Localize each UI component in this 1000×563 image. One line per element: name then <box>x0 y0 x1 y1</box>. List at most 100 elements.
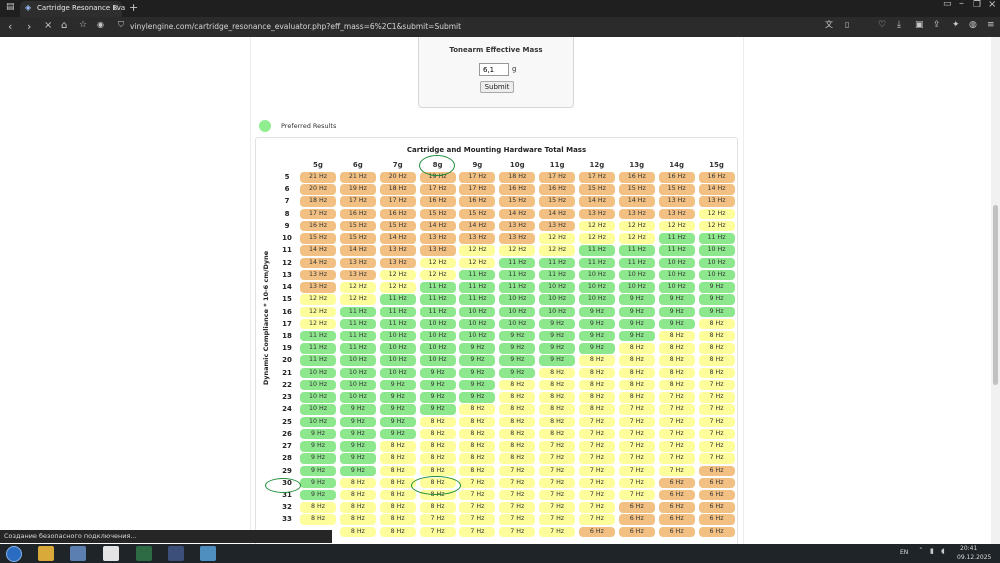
table-cell: 16 Hz <box>499 184 536 195</box>
table-cell: 12 Hz <box>539 245 576 256</box>
table-cell: 8 Hz <box>379 441 416 452</box>
table-cell: 11 Hz <box>459 269 496 281</box>
notepad-icon[interactable] <box>103 546 119 561</box>
table-cell: 8 Hz <box>379 502 416 513</box>
table-cell: 9 Hz <box>658 294 695 305</box>
table-cell: 8 Hz <box>578 404 615 415</box>
browser-tab[interactable]: ◈ Cartridge Resonance Eva × <box>20 1 125 17</box>
table-cell: 18 Hz <box>379 184 416 195</box>
table-cell: 6 Hz <box>698 502 735 513</box>
table-cell: 7 Hz <box>539 453 576 464</box>
row-header: 5 <box>284 173 290 181</box>
table-cell: 17 Hz <box>459 172 496 183</box>
start-button-icon[interactable] <box>6 546 22 562</box>
table-cell: 11 Hz <box>339 330 376 342</box>
table-cell: 13 Hz <box>698 196 735 207</box>
language-indicator[interactable]: EN <box>900 549 908 556</box>
table-cell: 12 Hz <box>539 233 576 244</box>
table-cell: 11 Hz <box>419 294 456 305</box>
table-cell: 9 Hz <box>459 379 496 391</box>
site-favicon-icon: ◈ <box>25 3 32 12</box>
table-cell: 12 Hz <box>578 220 615 232</box>
home-icon[interactable]: ⌂ <box>61 21 67 31</box>
secure-connection-icon[interactable]: ⛉ <box>118 21 124 29</box>
table-cell: 8 Hz <box>578 379 615 391</box>
table-cell: 8 Hz <box>379 514 416 525</box>
table-cell: 9 Hz <box>618 330 655 342</box>
table-cell: 11 Hz <box>539 269 576 281</box>
table-cell: 8 Hz <box>419 453 456 464</box>
scrollbar-thumb[interactable] <box>993 205 998 385</box>
effective-mass-input[interactable] <box>479 63 509 76</box>
table-cell: 9 Hz <box>539 318 576 330</box>
table-cell: 9 Hz <box>300 428 336 440</box>
table-cell: 7 Hz <box>698 453 735 464</box>
table-cell: 15 Hz <box>539 196 576 207</box>
window-minimize-icon[interactable]: ▭ <box>943 0 952 9</box>
table-cell: 11 Hz <box>698 233 735 244</box>
close-tab-icon[interactable]: × <box>112 4 119 12</box>
site-info-icon[interactable]: ◉ <box>97 21 104 29</box>
table-cell: 7 Hz <box>658 453 695 464</box>
file-explorer-icon[interactable] <box>38 546 54 561</box>
table-cell: 8 Hz <box>618 343 655 354</box>
table-cell: 8 Hz <box>658 379 695 391</box>
extensions-icon[interactable]: ✦ <box>952 21 960 30</box>
back-icon[interactable]: ‹ <box>8 21 12 32</box>
browser-tab-bar: ▤ ◈ Cartridge Resonance Eva × + ▭ – ❐ × <box>0 0 1000 17</box>
row-header: 15 <box>282 295 292 304</box>
table-cell: 7 Hz <box>539 489 576 501</box>
browser-app-icon[interactable] <box>200 546 216 561</box>
form-title: Tonearm Effective Mass <box>449 46 543 54</box>
menu-icon[interactable]: ≡ <box>987 21 995 30</box>
translate-icon[interactable]: 文 <box>825 21 833 29</box>
table-cell: 7 Hz <box>618 441 655 452</box>
sidebar-toggle-icon[interactable]: ▤ <box>6 3 15 12</box>
table-cell: 14 Hz <box>618 196 655 207</box>
screenshot-icon[interactable]: ▣ <box>915 21 924 30</box>
clock-date[interactable]: 09.12.2025 <box>957 554 991 561</box>
table-cell: 10 Hz <box>379 343 416 354</box>
table-cell: 10 Hz <box>698 245 735 256</box>
window-restore-icon[interactable]: ❐ <box>973 1 981 10</box>
table-cell: 7 Hz <box>459 489 496 501</box>
table-cell: 9 Hz <box>339 453 376 464</box>
table-cell: 9 Hz <box>459 392 496 403</box>
stop-icon[interactable]: × <box>44 21 52 31</box>
monitor-app-icon[interactable] <box>136 546 152 561</box>
table-cell: 14 Hz <box>459 220 496 232</box>
window-close-icon[interactable]: × <box>988 0 996 10</box>
table-cell: 8 Hz <box>658 367 695 379</box>
row-header: 28 <box>282 454 292 463</box>
table-cell: 9 Hz <box>379 416 416 428</box>
new-tab-icon[interactable]: + <box>129 2 138 13</box>
save-app-icon[interactable] <box>168 546 184 561</box>
table-cell: 7 Hz <box>618 489 655 501</box>
reader-icon[interactable]: ▯ <box>845 21 849 29</box>
table-cell: 17 Hz <box>578 172 615 183</box>
table-cell: 7 Hz <box>618 416 655 428</box>
window-minimize-icon[interactable]: – <box>959 0 964 9</box>
table-cell: 14 Hz <box>539 208 576 220</box>
volume-icon[interactable]: ◖ <box>941 548 945 555</box>
media-player-icon[interactable] <box>70 546 86 561</box>
bookmark-icon[interactable]: ☆ <box>79 21 87 30</box>
downloads-icon[interactable]: ⤓ <box>897 21 901 30</box>
profile-icon[interactable]: ◍ <box>969 21 977 30</box>
share-icon[interactable]: ⇪ <box>933 21 941 30</box>
page-scrollbar[interactable] <box>991 37 1000 544</box>
status-bubble: Создание безопасного подключения... <box>0 530 332 543</box>
address-bar[interactable]: vinylengine.com/cartridge_resonance_eval… <box>130 22 461 31</box>
table-cell: 7 Hz <box>578 477 615 489</box>
table-cell: 12 Hz <box>459 245 496 256</box>
table-cell: 7 Hz <box>658 404 695 415</box>
favorite-icon[interactable]: ♡ <box>878 21 886 30</box>
table-cell: 7 Hz <box>578 489 615 501</box>
submit-button[interactable]: Submit <box>480 81 514 93</box>
clock-time[interactable]: 20:41 <box>960 545 977 552</box>
tray-chevron-icon[interactable]: ˄ <box>919 548 923 555</box>
forward-icon[interactable]: › <box>27 21 31 32</box>
table-cell: 12 Hz <box>618 220 655 232</box>
table-cell: 8 Hz <box>379 465 416 477</box>
battery-icon[interactable]: ▮ <box>930 548 934 555</box>
